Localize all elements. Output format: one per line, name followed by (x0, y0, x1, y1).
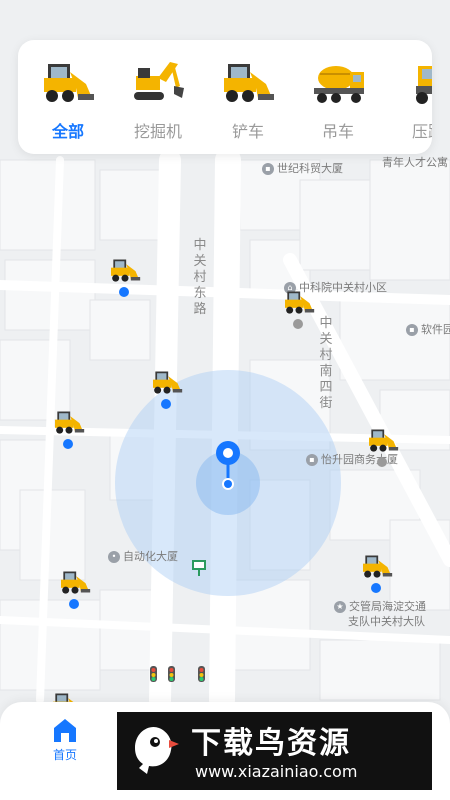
road-name-zgc-south4: 中关村南四街 (319, 316, 333, 411)
watermark-title: 下载鸟资源 (191, 726, 351, 761)
skid-steer-loader-icon (153, 371, 183, 394)
vehicle-marker[interactable] (366, 426, 400, 467)
vehicle-marker[interactable] (58, 568, 92, 609)
skid-steer-loader-icon (285, 291, 315, 314)
status-dot-online (119, 287, 129, 297)
poi-zidonghua[interactable]: • 自动化大厦 (108, 548, 178, 564)
status-dot-offline (293, 319, 303, 329)
skid-steer-loader-icon (363, 555, 393, 578)
skid-steer-loader-icon (55, 411, 85, 434)
star-icon: ★ (334, 601, 346, 613)
nav-home[interactable]: 首页 (40, 716, 90, 766)
tab-all[interactable]: 全部 (26, 40, 110, 154)
tab-loader[interactable]: 铲车 (206, 40, 290, 154)
watermark-url: www.xiazainiao.com (195, 762, 358, 781)
status-dot-online (161, 399, 171, 409)
status-dot-online (69, 599, 79, 609)
excavator-icon (134, 62, 184, 100)
category-tabs: 全部 挖掘机 铲车 吊车 压 (18, 40, 432, 154)
tab-excavator[interactable]: 挖掘机 (116, 40, 200, 154)
pin-icon: • (108, 551, 120, 563)
status-dot-offline (377, 457, 387, 467)
vehicle-marker[interactable] (150, 368, 184, 409)
building-icon: ▪ (406, 324, 418, 336)
vehicle-marker[interactable] (52, 408, 86, 449)
poi-ruanjian[interactable]: ▪ 软件园 (406, 321, 450, 337)
home-icon (54, 719, 76, 742)
vehicle-marker[interactable] (108, 256, 142, 297)
skid-steer-loader-icon (44, 64, 94, 102)
tab-crane[interactable]: 吊车 (296, 40, 380, 154)
vehicle-marker[interactable] (282, 288, 316, 329)
skid-steer-loader-icon (61, 571, 91, 594)
road-roller-icon (416, 66, 432, 104)
skid-steer-loader-icon (369, 429, 399, 452)
vehicle-marker[interactable] (360, 552, 394, 593)
status-dot-online (371, 583, 381, 593)
poi-qingnian[interactable]: 青年人才公寓 (382, 154, 448, 170)
skid-steer-loader-icon (111, 259, 141, 282)
poi-shijikemao[interactable]: ▪ 世纪科贸大厦 (262, 160, 343, 176)
watermark-banner: 下载鸟资源 www.xiazainiao.com (117, 712, 432, 790)
building-icon: ▪ (262, 163, 274, 175)
tab-road-roller[interactable]: 压路 (386, 40, 432, 154)
concrete-mixer-truck-icon (314, 66, 364, 103)
building-icon: ▪ (306, 454, 318, 466)
bird-logo-icon (135, 726, 179, 774)
poi-jiaojing[interactable]: ★ 交管局海淀交通 支队中关村大队 (334, 599, 426, 629)
skid-steer-loader-icon (224, 64, 274, 102)
status-dot-online (63, 439, 73, 449)
road-name-zgc-east: 中关村东路 (193, 238, 207, 317)
